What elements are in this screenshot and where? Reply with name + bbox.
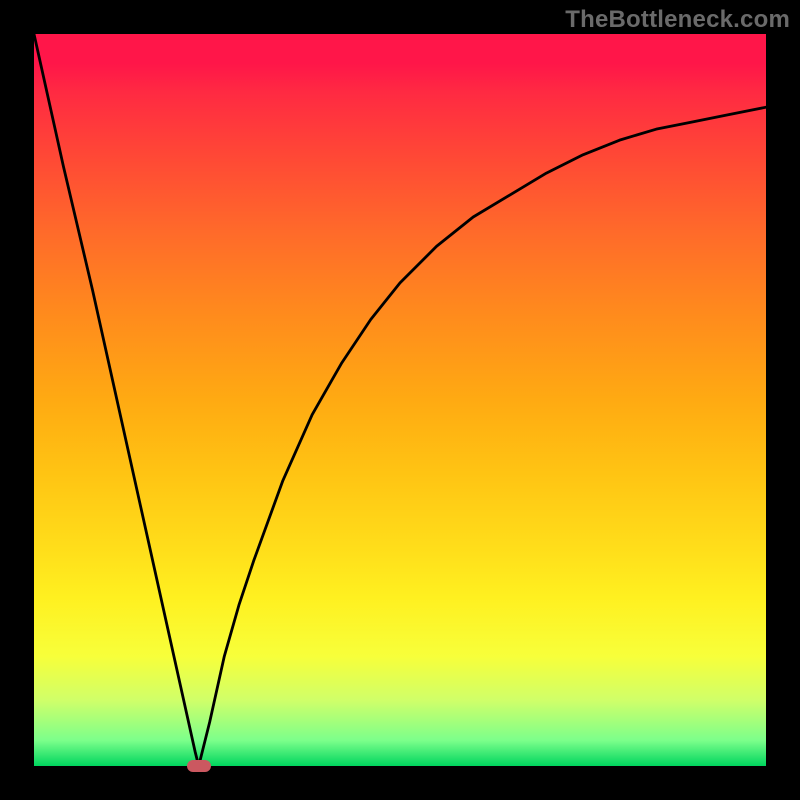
- curve-right-leg: [199, 107, 766, 766]
- minimum-marker: [187, 760, 211, 772]
- watermark-text: TheBottleneck.com: [565, 6, 790, 34]
- chart-frame: TheBottleneck.com: [0, 0, 800, 800]
- curve-plot: [34, 34, 766, 766]
- curve-left-leg: [34, 34, 199, 766]
